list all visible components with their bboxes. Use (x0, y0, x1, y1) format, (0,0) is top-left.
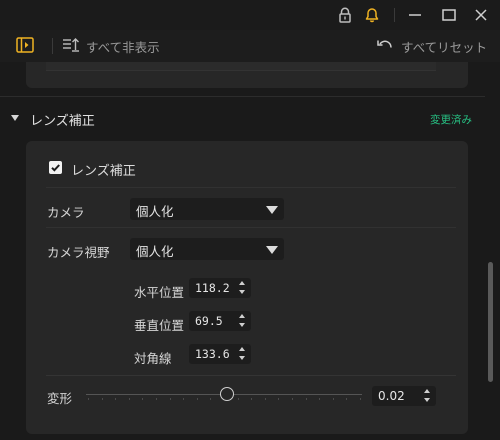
camera-fov-select-value: 個人化 (136, 244, 174, 259)
lens-correction-label: レンズ補正 (71, 164, 136, 179)
chevron-down-icon (266, 246, 278, 254)
slider-tick (156, 398, 157, 400)
vertical-position-label: 垂直位置 (134, 318, 185, 333)
changed-status-badge: 変更済み (430, 114, 472, 126)
section-title[interactable]: レンズ補正 (30, 110, 95, 129)
titlebar-divider (394, 8, 395, 22)
hide-all-button[interactable]: すべて非表示 (86, 37, 160, 56)
diagonal-label: 対角線 (134, 351, 172, 366)
sidebar-toggle-icon[interactable] (16, 37, 34, 53)
horizontal-position-value: 118.2 (195, 281, 230, 295)
horizontal-position-label: 水平位置 (134, 285, 185, 300)
camera-fov-select[interactable]: 個人化 (130, 238, 284, 260)
transform-label: 変形 (47, 391, 73, 406)
slider-tick (128, 398, 130, 400)
vertical-position-input[interactable]: 69.5 (189, 311, 251, 331)
slider-tick (210, 398, 212, 400)
slider-tick (332, 398, 334, 400)
reset-all-button[interactable]: すべてリセット (401, 37, 487, 56)
lock-icon[interactable] (332, 3, 358, 27)
slider-tick (237, 398, 239, 400)
collapse-arrow-icon[interactable] (11, 115, 19, 121)
transform-input[interactable]: 0.02 (372, 386, 436, 406)
diagonal-input[interactable]: 133.6 (189, 344, 251, 364)
slider-tick (169, 398, 171, 400)
stepper-icon[interactable] (238, 280, 247, 296)
slider-tick (183, 398, 185, 400)
horizontal-position-input[interactable]: 118.2 (189, 278, 251, 298)
bell-icon[interactable] (359, 3, 385, 27)
slider-tick (88, 398, 89, 400)
camera-select-value: 個人化 (136, 204, 174, 219)
slider-tick (278, 398, 280, 400)
chevron-down-icon (266, 206, 278, 214)
undo-icon[interactable] (377, 38, 393, 52)
camera-label: カメラ (47, 205, 85, 220)
slider-tick (196, 398, 198, 400)
slider-tick (251, 398, 253, 400)
diagonal-value: 133.6 (195, 347, 230, 361)
toolbar-divider (52, 38, 53, 54)
section-divider (0, 96, 485, 97)
transform-slider-thumb[interactable] (220, 387, 234, 401)
maximize-icon[interactable] (436, 3, 462, 27)
row-divider (46, 227, 456, 228)
row-divider (46, 375, 456, 376)
slider-tick (319, 398, 321, 400)
slider-tick (142, 398, 144, 400)
stepper-icon[interactable] (238, 346, 247, 362)
checkmark-icon (51, 164, 60, 172)
slider-tick (292, 398, 293, 400)
hide-all-icon[interactable] (62, 38, 80, 52)
stepper-icon[interactable] (238, 313, 247, 329)
slider-tick (101, 398, 103, 400)
transform-value: 0.02 (378, 389, 405, 403)
lens-correction-checkbox[interactable] (49, 161, 62, 174)
slider-tick (264, 398, 266, 400)
scrollbar[interactable] (488, 262, 493, 382)
slider-tick (360, 398, 361, 400)
stepper-icon[interactable] (423, 388, 432, 404)
vertical-position-value: 69.5 (195, 314, 223, 328)
slider-tick (305, 398, 307, 400)
row-divider (46, 187, 456, 188)
close-icon[interactable] (468, 3, 494, 27)
camera-select[interactable]: 個人化 (130, 198, 284, 220)
slider-tick (346, 398, 348, 400)
slider-tick (115, 398, 117, 400)
minimize-icon[interactable] (402, 3, 428, 27)
camera-fov-label: カメラ視野 (47, 245, 110, 260)
previous-section-content (46, 62, 436, 71)
